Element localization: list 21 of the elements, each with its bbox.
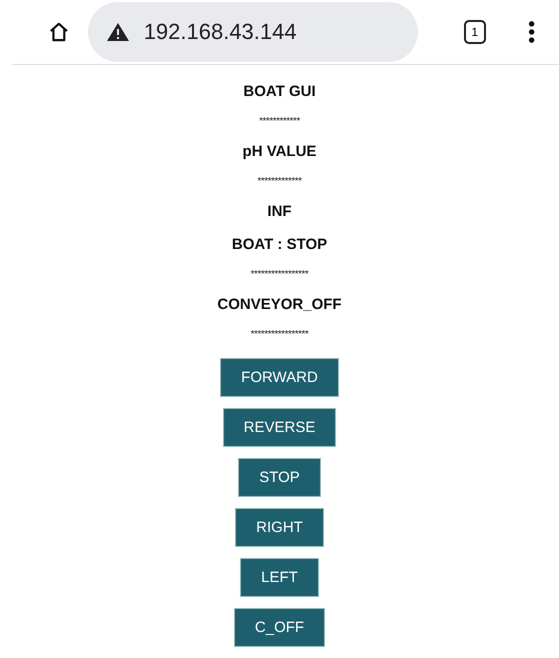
heading-text: BOAT GUI: [243, 82, 316, 102]
heading-text: BOAT : STOP: [232, 235, 328, 255]
separator-text: *************: [257, 176, 302, 188]
control-button[interactable]: C_OFF: [234, 608, 326, 647]
address-text: 192.168.43.144: [144, 19, 297, 45]
separator-text: *****************: [250, 269, 308, 281]
menu-icon[interactable]: [528, 19, 535, 45]
control-button[interactable]: STOP: [238, 458, 321, 497]
heading-text: pH VALUE: [242, 142, 316, 162]
control-button[interactable]: FORWARD: [220, 358, 339, 397]
control-button[interactable]: REVERSE: [222, 408, 336, 447]
tab-count-button[interactable]: 1: [464, 20, 486, 44]
home-icon[interactable]: [48, 20, 70, 44]
separator-text: *****************: [250, 329, 308, 341]
heading-text: CONVEYOR_OFF: [217, 295, 342, 315]
heading-text: INF: [267, 202, 292, 222]
separator-text: ************: [259, 116, 300, 128]
warning-icon: [106, 22, 130, 42]
control-button[interactable]: RIGHT: [235, 508, 324, 547]
address-bar[interactable]: 192.168.43.144: [88, 2, 418, 62]
control-button[interactable]: LEFT: [240, 558, 319, 597]
